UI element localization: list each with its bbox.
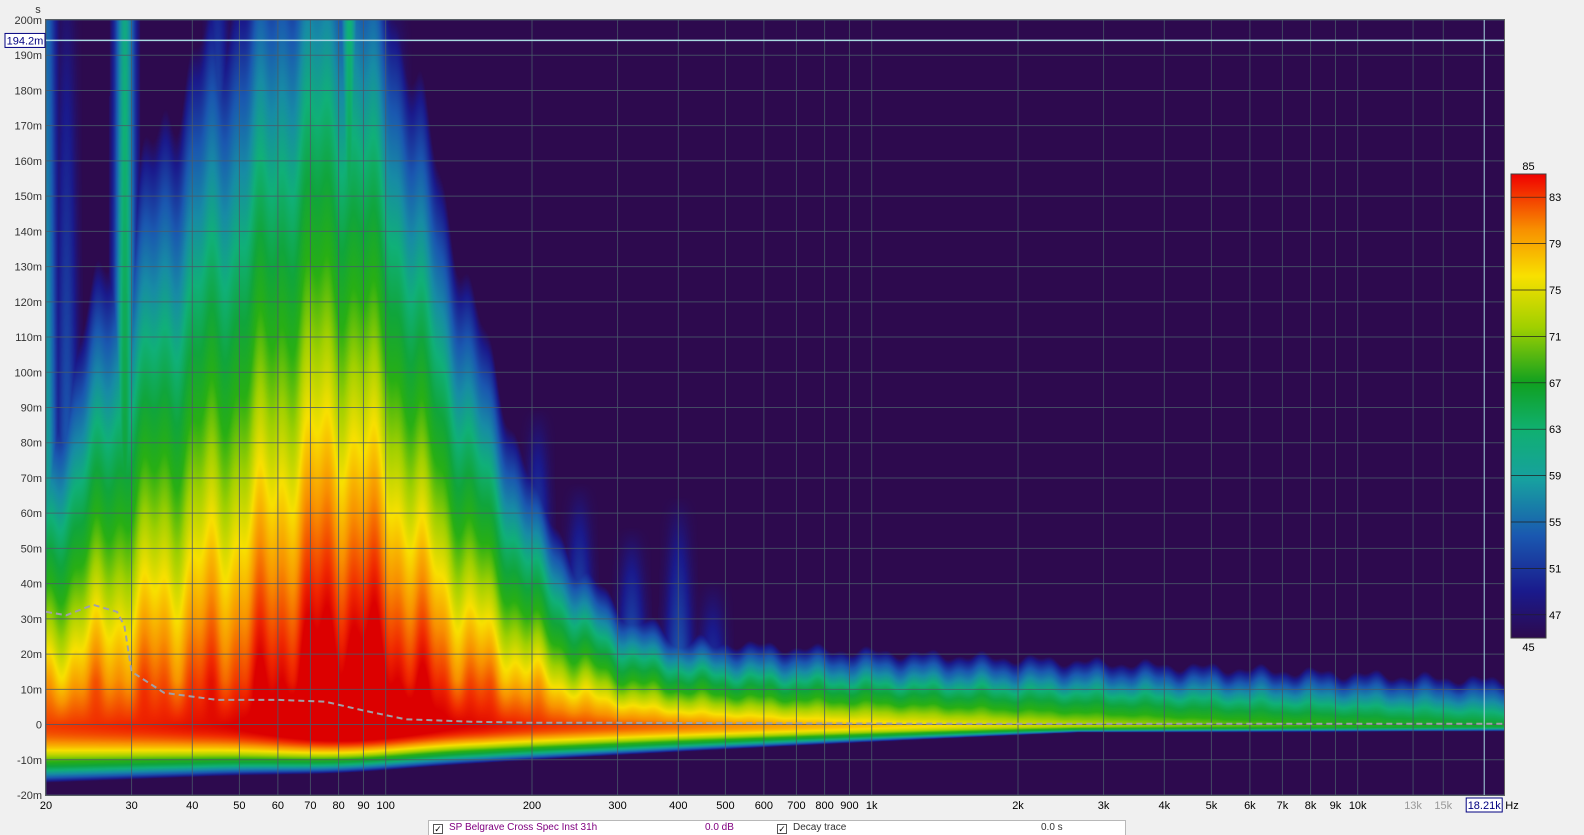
x-tick-label: 1k (866, 800, 878, 812)
y-tick-label: 0 (36, 720, 42, 732)
y-tick-label: 30m (21, 614, 42, 626)
x-tick-label: 500 (716, 800, 734, 812)
y-tick-label: 170m (14, 121, 42, 133)
y-tick-label: 120m (14, 297, 42, 309)
y-axis: 200m 190m 180m 170m 160m 150m 140m 130m 120m 110m… (14, 4, 42, 802)
y-tick-label: 180m (14, 85, 42, 97)
colorbar-tick-label: 67 (1549, 378, 1561, 390)
y-tick-label: 140m (14, 226, 42, 238)
y-tick-label: 40m (21, 579, 42, 591)
x-tick-label: 10k (1349, 800, 1367, 812)
y-tick-label: 70m (21, 473, 42, 485)
y-tick-label: 10m (21, 684, 42, 696)
x-tick-label: 6k (1244, 800, 1256, 812)
legend-strip: ✓ SP Belgrave Cross Spec Inst 31h 0.0 dB… (428, 820, 1126, 835)
spectrogram-chart[interactable]: 194.2m 18.21k 200m 190m 180m 170m 160m 150m 140… (0, 0, 1584, 835)
colorbar-tick-label: 83 (1549, 192, 1561, 204)
trace1-label: SP Belgrave Cross Spec Inst 31h (449, 822, 598, 833)
x-tick-label: 800 (815, 800, 833, 812)
x-tick-label: 100 (377, 800, 395, 812)
x-tick-label: 2k (1012, 800, 1024, 812)
x-tick-label: 4k (1158, 800, 1170, 812)
x-tick-label: 20 (40, 800, 52, 812)
colorbar-tick-label: 79 (1549, 239, 1561, 251)
colorbar: 85 45 83 79 75 71 67 63 59 55 51 47 (1510, 161, 1561, 654)
colorbar-tick-label: 71 (1549, 331, 1561, 343)
x-tick-label: 30 (125, 800, 137, 812)
trace2-value: 0.0 s (1041, 822, 1063, 833)
y-tick-label: 200m (14, 15, 42, 27)
trace2-label: Decay trace (793, 822, 847, 833)
x-tick-label: 70 (304, 800, 316, 812)
x-tick-label: 40 (186, 800, 198, 812)
colorbar-tick-label: 75 (1549, 285, 1561, 297)
x-tick-label: 80 (332, 800, 344, 812)
colorbar-tick-label: 59 (1549, 471, 1561, 483)
x-tick-label: 900 (840, 800, 858, 812)
y-tick-label: 20m (21, 649, 42, 661)
colorbar-min-label: 45 (1522, 642, 1534, 654)
x-tick-label: 700 (787, 800, 805, 812)
x-tick-label: 400 (669, 800, 687, 812)
x-tick-label: 50 (233, 800, 245, 812)
cursor-freq-value: 18.21k (1468, 800, 1502, 812)
colorbar-max-label: 85 (1522, 161, 1534, 173)
trace1-checkbox[interactable]: ✓ (433, 824, 443, 834)
x-tick-label: 200 (523, 800, 541, 812)
x-axis: 20 30 40 50 60 70 80 90 100 200 300 400 500 600 700 800… (40, 800, 1519, 812)
x-tick-label: 600 (755, 800, 773, 812)
x-tick-label: 300 (608, 800, 626, 812)
x-tick-label: 60 (272, 800, 284, 812)
x-tick-label: 13k (1404, 800, 1422, 812)
x-axis-unit: Hz (1505, 800, 1518, 812)
y-tick-label: 130m (14, 262, 42, 274)
x-tick-label: 9k (1330, 800, 1342, 812)
colorbar-tick-label: 47 (1549, 610, 1561, 622)
y-axis-unit: s (35, 4, 41, 16)
y-tick-label: 50m (21, 543, 42, 555)
spectrogram-window: 194.2m 18.21k 200m 190m 180m 170m 160m 150m 140… (0, 0, 1584, 835)
x-tick-label: 15k (1434, 800, 1452, 812)
x-tick-label: 7k (1277, 800, 1289, 812)
y-tick-label: 60m (21, 508, 42, 520)
x-tick-label: 5k (1206, 800, 1218, 812)
x-tick-label: 90 (357, 800, 369, 812)
colorbar-tick-label: 55 (1549, 517, 1561, 529)
y-tick-label: 190m (14, 50, 42, 62)
y-tick-label: 100m (14, 367, 42, 379)
cursor-time-value: 194.2m (7, 35, 44, 47)
y-tick-label: 110m (15, 332, 42, 344)
y-tick-label: 80m (21, 438, 42, 450)
x-tick-label: 3k (1098, 800, 1110, 812)
y-tick-label: -20m (17, 790, 42, 802)
trace1-value: 0.0 dB (705, 822, 734, 833)
colorbar-tick-label: 51 (1549, 563, 1561, 575)
y-tick-label: 150m (14, 191, 42, 203)
trace2-checkbox[interactable]: ✓ (777, 824, 787, 834)
x-tick-label: 8k (1305, 800, 1317, 812)
colorbar-tick-label: 63 (1549, 424, 1561, 436)
y-tick-label: 160m (14, 156, 42, 168)
y-tick-label: 90m (21, 403, 42, 415)
y-tick-label: -10m (17, 755, 42, 767)
